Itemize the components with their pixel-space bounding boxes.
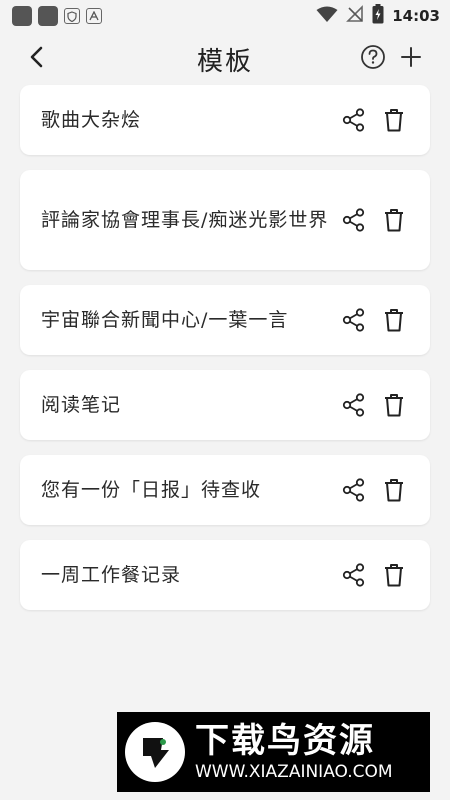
watermark-text: 下载鸟资源 WWW.XIAZAINIAO.COM xyxy=(195,721,393,783)
help-circle-icon xyxy=(361,45,385,69)
template-title: 宇宙聯合新聞中心/一葉一言 xyxy=(41,309,289,331)
watermark-logo xyxy=(125,722,185,782)
share-button[interactable] xyxy=(340,206,368,234)
signal-off-icon xyxy=(346,5,364,27)
delete-button[interactable] xyxy=(380,391,408,419)
template-title: 阅读笔记 xyxy=(41,394,122,416)
app-square-icon xyxy=(12,6,32,26)
font-icon xyxy=(86,8,102,24)
status-right: 14:03 xyxy=(316,4,440,28)
trash-icon xyxy=(385,394,403,417)
delete-button[interactable] xyxy=(380,476,408,504)
template-title: 評論家協會理事長/痴迷光影世界 xyxy=(41,209,329,231)
delete-button[interactable] xyxy=(380,306,408,334)
share-icon xyxy=(342,563,365,587)
delete-button[interactable] xyxy=(380,206,408,234)
share-icon xyxy=(342,108,365,132)
help-button[interactable] xyxy=(360,44,386,70)
wifi-icon xyxy=(316,6,338,27)
template-title: 您有一份「日报」待查收 xyxy=(41,479,262,501)
app-square-icon xyxy=(38,6,58,26)
app-bar: 模板 xyxy=(0,32,450,82)
card-actions xyxy=(340,476,408,504)
watermark-url: WWW.XIAZAINIAO.COM xyxy=(195,762,393,782)
delete-button[interactable] xyxy=(380,561,408,589)
template-card[interactable]: 宇宙聯合新聞中心/一葉一言 xyxy=(20,285,430,355)
template-card[interactable]: 歌曲大杂烩 xyxy=(20,85,430,155)
add-template-button[interactable] xyxy=(398,44,424,70)
template-card[interactable]: 一周工作餐记录 xyxy=(20,540,430,610)
shield-icon xyxy=(64,8,80,24)
template-title: 一周工作餐记录 xyxy=(41,564,182,586)
share-button[interactable] xyxy=(340,476,368,504)
trash-icon xyxy=(385,109,403,132)
status-time: 14:03 xyxy=(392,7,440,25)
trash-icon xyxy=(385,209,403,232)
template-card[interactable]: 您有一份「日报」待查收 xyxy=(20,455,430,525)
card-actions xyxy=(340,206,408,234)
share-button[interactable] xyxy=(340,561,368,589)
share-icon xyxy=(342,308,365,332)
status-bar: 14:03 xyxy=(0,0,450,32)
share-icon xyxy=(342,393,365,417)
template-card[interactable]: 評論家協會理事長/痴迷光影世界 xyxy=(20,170,430,270)
delete-button[interactable] xyxy=(380,106,408,134)
share-button[interactable] xyxy=(340,391,368,419)
battery-charging-icon xyxy=(372,4,384,28)
watermark-title: 下载鸟资源 xyxy=(195,721,375,761)
card-actions xyxy=(340,391,408,419)
template-card[interactable]: 阅读笔记 xyxy=(20,370,430,440)
status-left xyxy=(12,6,102,26)
card-actions xyxy=(340,306,408,334)
trash-icon xyxy=(385,564,403,587)
share-icon xyxy=(342,478,365,502)
share-icon xyxy=(342,208,365,232)
watermark: 下载鸟资源 WWW.XIAZAINIAO.COM xyxy=(117,712,430,792)
card-actions xyxy=(340,106,408,134)
template-list: 歌曲大杂烩 評論家協會理事長/痴迷光影世界 宇宙聯合新聞中心/一葉一言 阅读笔记… xyxy=(20,85,430,625)
share-button[interactable] xyxy=(340,106,368,134)
share-button[interactable] xyxy=(340,306,368,334)
plus-icon xyxy=(401,47,421,67)
template-title: 歌曲大杂烩 xyxy=(41,109,142,131)
card-actions xyxy=(340,561,408,589)
trash-icon xyxy=(385,309,403,332)
trash-icon xyxy=(385,479,403,502)
